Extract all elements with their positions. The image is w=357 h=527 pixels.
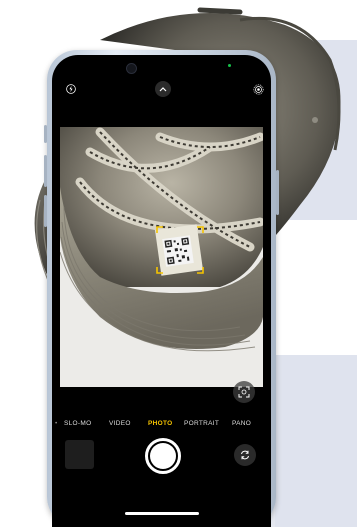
mode-dot: • [55,420,58,427]
mode-portrait[interactable]: PORTRAIT [184,420,219,427]
camera-mode-selector[interactable]: • SLO-MO VIDEO PHOTO PORTRAIT PANO [52,420,271,434]
flip-camera-icon[interactable] [234,444,256,466]
camera-indicator-dot [228,64,231,67]
power-button [276,170,279,215]
camera-viewfinder[interactable] [60,127,263,387]
shutter-inner [150,443,176,469]
front-camera [126,63,137,74]
cap-interior-photo [60,127,263,387]
lens-toggle-icon[interactable] [233,381,255,403]
flash-icon[interactable] [64,82,78,96]
phone-frame: • SLO-MO VIDEO PHOTO PORTRAIT PANO [44,50,279,527]
mute-switch [44,125,47,143]
volume-up-button [44,155,47,187]
photo-library-thumbnail[interactable] [65,440,94,469]
mode-video[interactable]: VIDEO [109,420,131,427]
home-indicator[interactable] [125,512,199,515]
phone-screen: • SLO-MO VIDEO PHOTO PORTRAIT PANO [52,55,271,527]
mode-slo-mo[interactable]: SLO-MO [64,420,91,427]
qr-code [162,235,194,267]
volume-down-button [44,195,47,227]
background-panel-bottom [262,355,357,527]
chevron-up-icon[interactable] [155,81,171,97]
live-photo-icon[interactable] [251,82,265,96]
mode-pano[interactable]: PANO [232,420,251,427]
notch [104,55,220,81]
shutter-button[interactable] [145,438,181,474]
mode-photo[interactable]: PHOTO [148,420,173,427]
